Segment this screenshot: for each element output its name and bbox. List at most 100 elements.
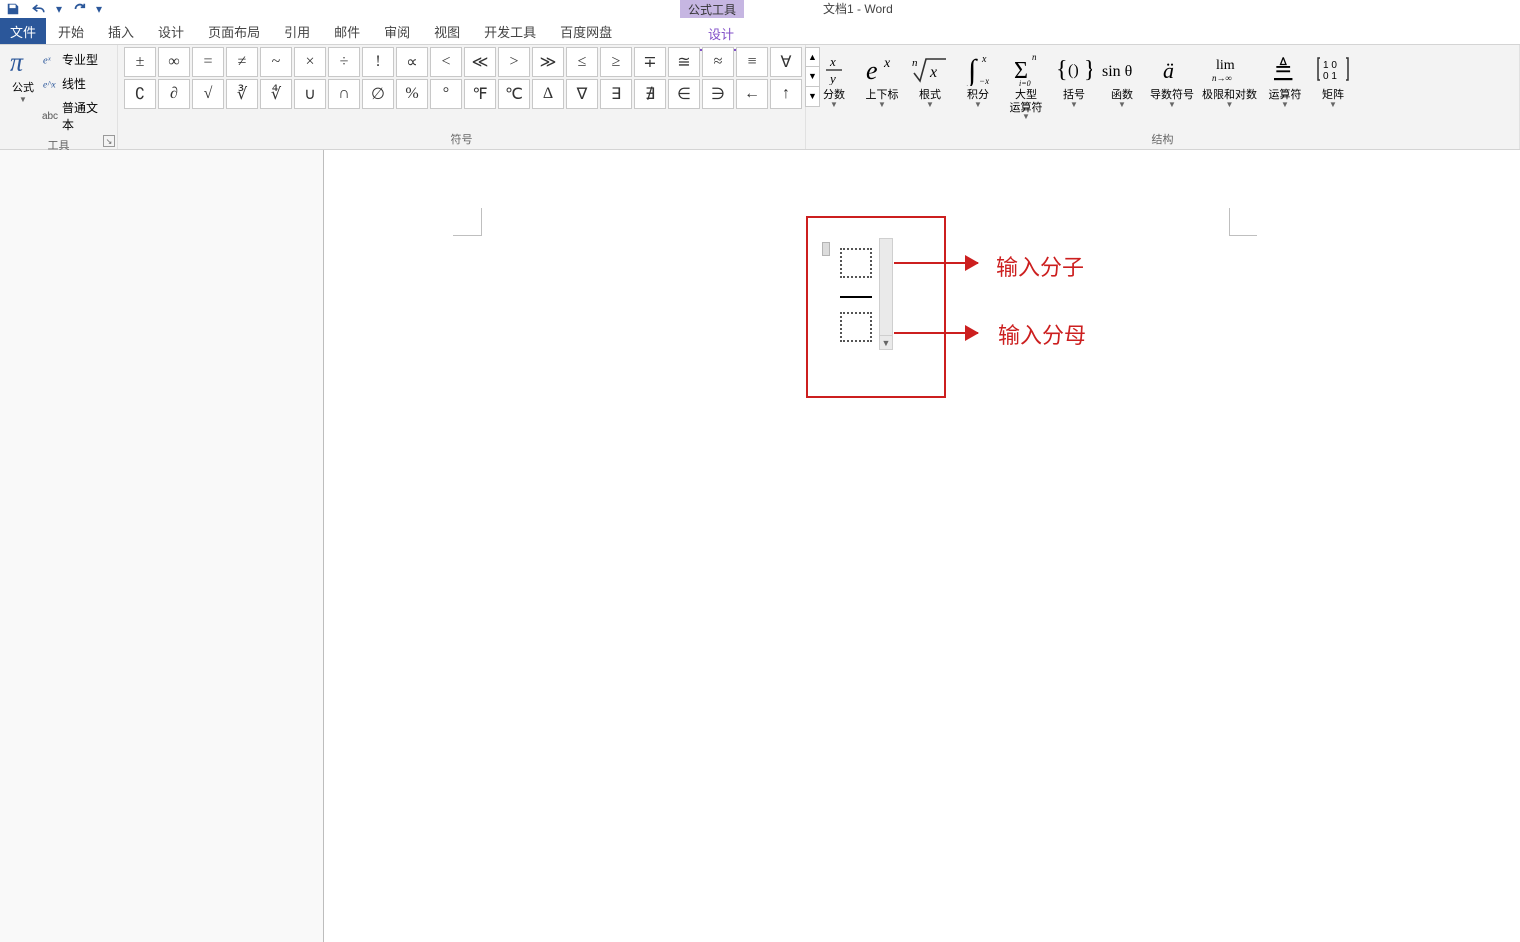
equation-button[interactable]: π 公式 ▼ [6,47,40,135]
symbol-cell[interactable]: ∃ [600,79,632,109]
tab-design[interactable]: 设计 [146,18,196,44]
symbol-cell[interactable]: ∆ [532,79,564,109]
symbol-cell[interactable]: ∩ [328,79,360,109]
tab-layout[interactable]: 页面布局 [196,18,272,44]
symbol-cell[interactable]: ≡ [736,47,768,77]
symbol-cell[interactable]: ∓ [634,47,666,77]
fraction-denominator-placeholder[interactable] [840,312,872,342]
symbol-cell[interactable]: √ [192,79,224,109]
chevron-down-icon[interactable]: ▼ [880,335,892,349]
symbol-cell[interactable]: ≪ [464,47,496,77]
tab-developer[interactable]: 开发工具 [472,18,548,44]
symbol-cell[interactable]: ∝ [396,47,428,77]
chevron-down-icon: ▼ [926,102,934,108]
tab-home[interactable]: 开始 [46,18,96,44]
tab-view[interactable]: 视图 [422,18,472,44]
normal-text-label: 普通文本 [62,99,109,133]
tools-dialog-launcher-icon[interactable]: ↘ [103,135,115,147]
symbol-cell[interactable]: < [430,47,462,77]
tab-references[interactable]: 引用 [272,18,322,44]
symbol-cell[interactable]: % [396,79,428,109]
chevron-down-icon: ▼ [1070,102,1078,108]
symbol-cell[interactable]: ↑ [770,79,802,109]
save-icon[interactable] [2,1,24,17]
structure-operator-button[interactable]: ≜运算符▼ [1263,49,1307,123]
svg-text:≜: ≜ [1274,56,1292,81]
quick-access-toolbar: ▾ ▾ [0,1,104,17]
svg-text:lim: lim [1216,58,1235,73]
symbol-cell[interactable]: ∛ [226,79,258,109]
structure-label: 大型 运算符 [1010,89,1043,114]
symbol-cell[interactable]: ∁ [124,79,156,109]
svg-text:e^x: e^x [43,79,56,90]
chevron-down-icon: ▼ [878,102,886,108]
symbol-cell[interactable]: ∀ [770,47,802,77]
svg-text:sin θ: sin θ [1102,63,1132,80]
undo-dropdown-icon[interactable]: ▾ [54,1,64,17]
undo-icon[interactable] [28,1,50,17]
svg-text:{: { [1056,57,1068,83]
normal-text-button[interactable]: abc 普通文本 [40,97,111,135]
structure-bracket-button[interactable]: {()}括号▼ [1052,49,1096,123]
symbol-cell[interactable]: ≤ [566,47,598,77]
structure-limit_log-button[interactable]: limn→∞极限和对数▼ [1200,49,1259,123]
tab-baidu-drive[interactable]: 百度网盘 [548,18,624,44]
structure-matrix-button[interactable]: 1 00 1矩阵▼ [1311,49,1355,123]
symbol-cell[interactable]: ± [124,47,156,77]
symbol-cell[interactable]: ℉ [464,79,496,109]
structure-radical-button[interactable]: nx根式▼ [908,49,952,123]
symbol-cell[interactable]: ! [362,47,394,77]
symbol-cell[interactable]: > [498,47,530,77]
structure-function-button[interactable]: sin θ函数▼ [1100,49,1144,123]
symbol-cell[interactable]: ≫ [532,47,564,77]
symbol-cell[interactable]: ∪ [294,79,326,109]
symbol-cell[interactable]: ∇ [566,79,598,109]
professional-format-button[interactable]: eˣ 专业型 [40,49,111,70]
symbol-cell[interactable]: ~ [260,47,292,77]
document-title: 文档1 - Word [823,0,893,17]
symbol-cell[interactable]: ≅ [668,47,700,77]
svg-text:∫: ∫ [966,54,978,86]
chevron-down-icon: ▼ [1226,102,1234,108]
symbol-cell[interactable]: ∜ [260,79,292,109]
symbol-cell[interactable]: = [192,47,224,77]
tab-mailings[interactable]: 邮件 [322,18,372,44]
equation-move-handle-icon[interactable] [822,242,830,256]
page-canvas[interactable]: ▼ 输入分子 输入分母 [324,150,1520,942]
linear-format-button[interactable]: e^x 线性 [40,73,111,94]
chevron-down-icon: ▼ [1168,102,1176,108]
symbol-cell[interactable]: ° [430,79,462,109]
symbol-cell[interactable]: ≈ [702,47,734,77]
svg-text:x: x [981,54,987,65]
symbol-cell[interactable]: ≥ [600,47,632,77]
redo-icon[interactable] [68,1,90,17]
qat-customize-icon[interactable]: ▾ [94,1,104,17]
arrow-denominator-icon [894,332,978,334]
symbol-cell[interactable]: ≠ [226,47,258,77]
symbol-cell[interactable]: × [294,47,326,77]
symbol-cell[interactable]: ∂ [158,79,190,109]
chevron-down-icon: ▼ [1281,102,1289,108]
symbol-cell[interactable]: ← [736,79,768,109]
symbol-cell[interactable]: ∋ [702,79,734,109]
structure-script-button[interactable]: ex上下标▼ [860,49,904,123]
fraction-numerator-placeholder[interactable] [840,248,872,278]
structure-fraction-button[interactable]: xy分数▼ [812,49,856,123]
symbol-cell[interactable]: ∞ [158,47,190,77]
script-icon: ex [862,51,902,87]
structure-large_op-button[interactable]: Σni=0大型 运算符▼ [1004,49,1048,123]
tab-review[interactable]: 审阅 [372,18,422,44]
symbol-cell[interactable]: ∅ [362,79,394,109]
equation-label: 公式 [12,79,34,95]
structure-integral-button[interactable]: ∫x−x积分▼ [956,49,1000,123]
tab-insert[interactable]: 插入 [96,18,146,44]
tab-file[interactable]: 文件 [0,18,46,44]
symbol-cell[interactable]: ℃ [498,79,530,109]
structure-accent-button[interactable]: ä导数符号▼ [1148,49,1196,123]
equation-options-dropdown[interactable]: ▼ [879,238,893,350]
symbol-cell[interactable]: ÷ [328,47,360,77]
callout-denominator: 输入分母 [998,318,1086,350]
symbol-cell[interactable]: ∈ [668,79,700,109]
symbol-cell[interactable]: ∄ [634,79,666,109]
chevron-down-icon: ▼ [830,102,838,108]
